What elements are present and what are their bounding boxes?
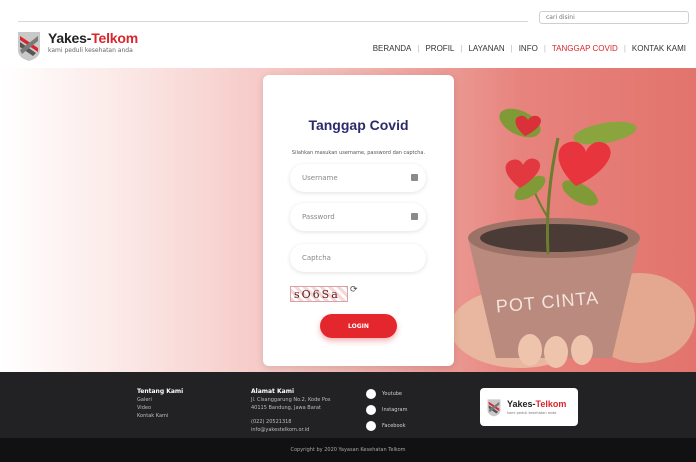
nav-info[interactable]: INFO [513,44,544,53]
youtube-icon [366,389,376,399]
copyright-bar: Copyright by 2020 Yayasan Kesehatan Telk… [0,438,696,462]
footer-about-heading: Tentang Kami [137,388,184,395]
footer-link-kontak[interactable]: Kontak Kami [137,412,183,420]
refresh-captcha-icon[interactable]: ⟳ [350,285,358,295]
finger-shape [544,336,568,368]
footer-address-heading: Alamat Kami [251,388,295,395]
nav-layanan[interactable]: LAYANAN [462,44,510,53]
footer-brand-main: Yakes- [507,399,536,409]
brand-main: Yakes- [48,30,92,46]
site-footer: Tentang Kami Galeri Video Kontak Kami Al… [0,372,696,438]
login-title: Tanggap Covid [308,117,409,133]
password-field[interactable] [290,203,426,231]
nav-tanggap-covid[interactable]: TANGGAP COVID [546,44,624,53]
brand-accent: Telkom [91,30,138,46]
yakes-logo-icon [487,399,501,417]
brand-tagline: kami peduli kesehatan anda [48,47,133,54]
user-icon [411,174,418,181]
footer-address-line2: 40115 Bandung, Jawa Barat [251,405,321,411]
footer-instagram[interactable]: Instagram [366,405,407,415]
nav-profil[interactable]: PROFIL [419,44,460,53]
heart-shape [558,141,611,186]
main-nav: BERANDA | PROFIL | LAYANAN | INFO | TANG… [367,44,692,53]
footer-brand-tagline: kami peduli kesehatan anda [507,411,557,415]
pot-soil-shape [480,224,628,252]
captcha-image: sO6Sa [290,286,348,302]
nav-kontak-kami[interactable]: KONTAK KAMI [626,44,692,53]
search-input[interactable] [539,11,689,24]
footer-facebook-label: Facebook [382,423,406,429]
password-input[interactable] [302,210,402,224]
finger-shape [571,335,593,365]
brand-name: Yakes-Telkom [48,30,138,46]
lock-icon [411,213,418,220]
login-button[interactable]: LOGIN [320,314,397,338]
footer-youtube-label: Youtube [382,391,402,397]
footer-address-line1: Jl. Cisanggarung No.2, Kode Pos [251,397,331,403]
footer-facebook[interactable]: Facebook [366,421,406,431]
footer-youtube[interactable]: Youtube [366,389,402,399]
footer-logo[interactable]: Yakes-Telkom kami peduli kesehatan anda [480,388,578,426]
captcha-field[interactable] [290,244,426,272]
facebook-icon [366,421,376,431]
finger-shape [518,334,542,366]
footer-brand-name: Yakes-Telkom [507,399,566,409]
login-subtitle: Silahkan masukan username, password dan … [291,150,426,156]
username-input[interactable] [302,171,402,185]
footer-email[interactable]: info@yakestelkom.or.id [251,426,330,434]
login-card: Tanggap Covid Silahkan masukan username,… [263,75,454,366]
instagram-icon [366,405,376,415]
captcha-input[interactable] [302,251,402,265]
header-divider [18,21,528,22]
footer-brand-accent: Telkom [535,399,567,409]
yakes-logo-icon [18,32,40,61]
nav-beranda[interactable]: BERANDA [367,44,418,53]
footer-phone: (022) 20521318 [251,419,292,425]
footer-link-galeri[interactable]: Galeri [137,396,183,404]
footer-link-video[interactable]: Video [137,404,183,412]
username-field[interactable] [290,164,426,192]
site-logo[interactable]: Yakes-Telkom kami peduli kesehatan anda [16,28,156,62]
footer-address: Alamat Kami Jl. Cisanggarung No.2, Kode … [251,388,330,434]
footer-instagram-label: Instagram [382,407,408,413]
footer-about: Tentang Kami Galeri Video Kontak Kami [137,388,183,420]
